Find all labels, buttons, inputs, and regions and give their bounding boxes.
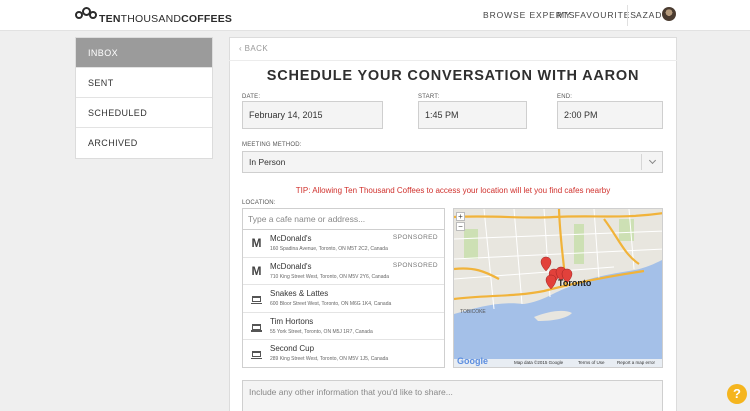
list-item[interactable]: Second Cup 289 King Street West, Toronto…: [243, 340, 444, 368]
cafe-address: 710 King Street West, Toronto, ON M5V 2Y…: [270, 273, 390, 280]
location-label: LOCATION:: [242, 200, 276, 206]
end-label: END:: [557, 94, 573, 100]
sponsored-badge: SPONSORED: [392, 234, 438, 241]
map-attribution: Map data ©2015 Google: [514, 360, 564, 365]
meeting-method-label: MEETING METHOD:: [242, 142, 302, 148]
cafe-name: McDonald's: [270, 261, 312, 271]
avatar[interactable]: [662, 7, 676, 21]
cafe-address: 160 Spadina Avenue, Toronto, ON M5T 2C2,…: [270, 246, 388, 252]
coffee-cup-icon: [250, 293, 263, 304]
sidebar: INBOX SENT SCHEDULED ARCHIVED: [75, 37, 213, 159]
logo-icon: [75, 7, 97, 25]
sidebar-item-archived[interactable]: ARCHIVED: [76, 128, 212, 158]
sidebar-item-inbox[interactable]: INBOX: [76, 38, 212, 68]
cafe-search-input[interactable]: Type a cafe name or address...: [242, 208, 445, 230]
nav-divider: [627, 5, 628, 26]
mcdonalds-icon: M: [251, 263, 262, 278]
zoom-out-button[interactable]: −: [456, 222, 465, 231]
additional-info-textarea[interactable]: Include any other information that you'd…: [242, 380, 663, 411]
meeting-method-value: In Person: [249, 157, 286, 167]
back-link[interactable]: ‹ BACK: [239, 44, 268, 53]
cafe-name: Tim Hortons: [270, 316, 314, 326]
sidebar-item-sent[interactable]: SENT: [76, 68, 212, 98]
list-item[interactable]: Snakes & Lattes 600 Bloor Street West, T…: [243, 285, 444, 313]
list-item[interactable]: M McDonald's 710 King Street West, Toron…: [243, 258, 444, 285]
cafe-name: Second Cup: [270, 344, 315, 353]
google-logo: Google: [457, 356, 488, 366]
page-title: SCHEDULE YOUR CONVERSATION WITH AARON: [266, 68, 640, 84]
brand-logo[interactable]: TENTHOUSANDCOFFEES: [75, 6, 232, 26]
date-label: DATE:: [242, 94, 261, 100]
help-button[interactable]: ?: [727, 384, 747, 404]
chevron-down-icon: [648, 156, 657, 165]
top-nav: TENTHOUSANDCOFFEES BROWSE EXPERTS MY FAV…: [0, 0, 750, 31]
map-graphic: Toronto TOBICOKE: [454, 209, 662, 367]
brand-thousand: THOUSAND: [120, 13, 182, 25]
date-field[interactable]: February 14, 2015: [242, 101, 383, 129]
cafe-address: 600 Bloor Street West, Toronto, ON M6G 1…: [270, 301, 392, 307]
start-time-field[interactable]: 1:45 PM: [418, 101, 527, 129]
start-label: START:: [418, 94, 440, 100]
coffee-cup-icon: [250, 348, 263, 359]
map-report-link[interactable]: Report a map error: [617, 359, 655, 367]
divider: [229, 60, 677, 61]
cafe-address: 289 King Street West, Toronto, ON M5V 1J…: [270, 356, 389, 362]
brand-coffees: COFFEES: [181, 13, 233, 25]
cafe-address: 55 York Street, Toronto, ON M5J 1R7, Can…: [270, 328, 373, 335]
meeting-method-select[interactable]: In Person: [242, 151, 663, 173]
nav-user-name[interactable]: AZAD: [636, 10, 662, 20]
mcdonalds-icon: M: [251, 236, 262, 250]
sidebar-item-scheduled[interactable]: SCHEDULED: [76, 98, 212, 128]
zoom-in-button[interactable]: +: [456, 212, 465, 221]
map-city-label: Toronto: [558, 278, 592, 288]
nav-my-favourites[interactable]: MY FAVOURITES: [557, 10, 637, 20]
brand-ten: TEN: [99, 13, 121, 25]
location-tip: TIP: Allowing Ten Thousand Coffees to ac…: [295, 186, 611, 195]
end-time-field[interactable]: 2:00 PM: [557, 101, 663, 129]
map-terms-link[interactable]: Terms of Use: [578, 359, 605, 367]
list-item[interactable]: Tim Hortons 55 York Street, Toronto, ON …: [243, 313, 444, 340]
coffee-cup-icon: [250, 321, 263, 332]
cafe-name: Snakes & Lattes: [270, 289, 329, 298]
cafe-name: McDonald's: [270, 234, 312, 243]
sponsored-badge: SPONSORED: [392, 261, 438, 269]
map-area-label: TOBICOKE: [460, 309, 486, 315]
location-map[interactable]: Toronto TOBICOKE + − Map data ©2015 Goog…: [453, 208, 663, 368]
list-item[interactable]: M McDonald's 160 Spadina Avenue, Toronto…: [243, 230, 444, 258]
cafe-results-list: M McDonald's 160 Spadina Avenue, Toronto…: [242, 230, 445, 368]
